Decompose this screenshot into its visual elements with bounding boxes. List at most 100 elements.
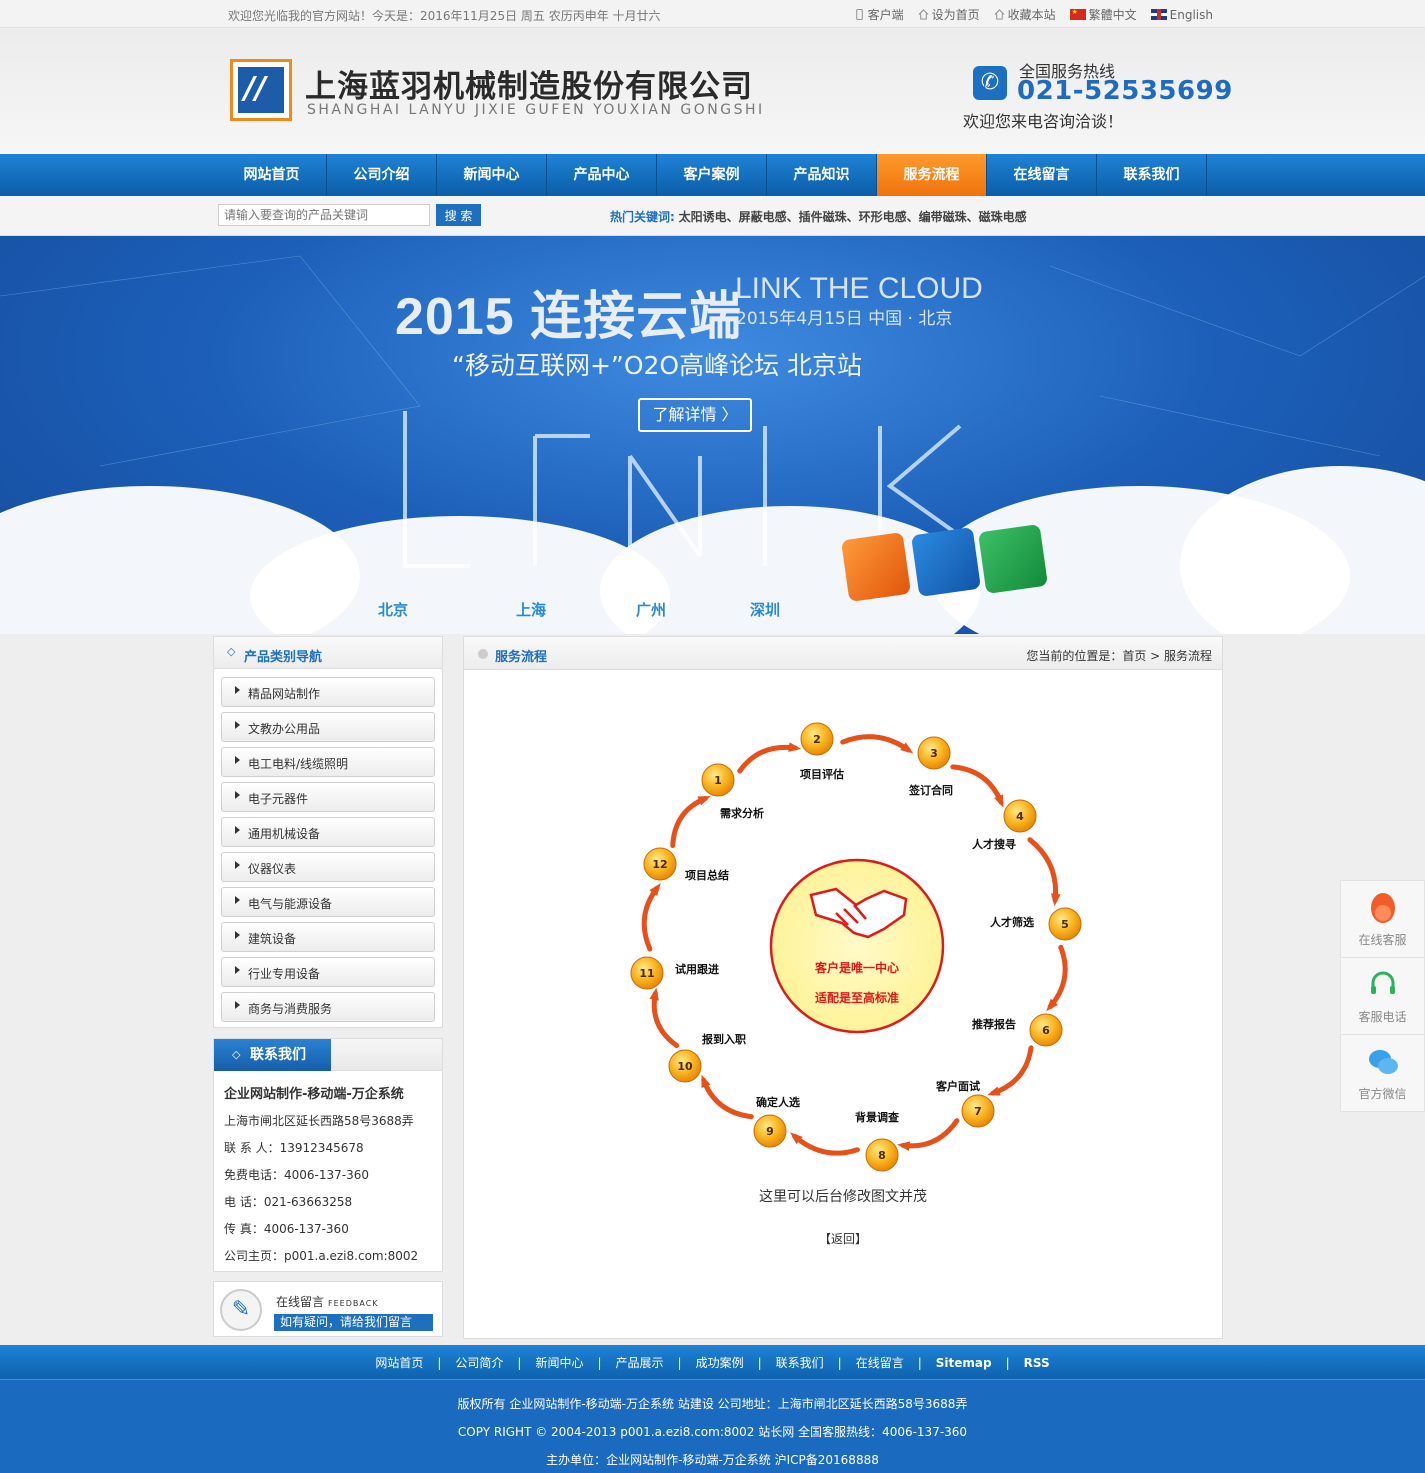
flow-arrow-head bbox=[701, 1074, 711, 1088]
category-item[interactable]: 电子元器件 bbox=[221, 782, 435, 812]
main-nav: 网站首页 公司介绍 新闻中心 产品中心 客户案例 产品知识 服务流程 在线留言 联系我们 bbox=[0, 154, 1425, 196]
category-item[interactable]: 通用机械设备 bbox=[221, 817, 435, 847]
contact-tel: 电 话：021-63663258 bbox=[224, 1195, 353, 1209]
nav-item[interactable]: 网站首页 bbox=[217, 154, 327, 196]
footer-icp-line: 主办单位：企业网站制作-移动端-万企系统 沪ICP备20168888 bbox=[546, 1453, 879, 1467]
city-label-shenzhen: 深圳 bbox=[750, 601, 781, 619]
hot-keywords-list[interactable]: 太阳诱电、屏蔽电感、插件磁珠、环形电感、编带磁珠、磁珠电感 bbox=[679, 210, 1027, 224]
step-label: 人才搜寻 bbox=[972, 837, 1016, 851]
top-bar: 欢迎您光临我的官方网站！今天是：2016年11月25日 周五 农历丙申年 十月廿… bbox=[0, 0, 1425, 28]
step-label: 试用跟进 bbox=[675, 962, 719, 976]
category-label: 行业专用设备 bbox=[248, 967, 321, 981]
category-item[interactable]: 电工电料/线缆照明 bbox=[221, 747, 435, 777]
category-panel: ◇ 产品类别导航 精品网站制作 文教办公用品 电工电料/线缆照明 电子元器件 通用机械设… bbox=[213, 636, 443, 1028]
bookmark-link[interactable]: 收藏本站 bbox=[994, 6, 1056, 23]
step-label: 推荐报告 bbox=[972, 1017, 1016, 1031]
contact-panel: 联系我们 企业网站制作-移动端-万企系统 上海市闸北区延长西路58号3688弄 … bbox=[213, 1038, 443, 1272]
flow-step: 4 人才搜寻 bbox=[972, 799, 1037, 851]
center-line-1: 客户是唯一中心 bbox=[814, 960, 899, 975]
traditional-chinese-link[interactable]: 繁體中文 bbox=[1069, 6, 1137, 23]
footer-nav-link[interactable]: 网站首页 bbox=[375, 1356, 423, 1370]
bookmark-label: 收藏本站 bbox=[1007, 8, 1056, 22]
english-link[interactable]: English bbox=[1150, 6, 1213, 23]
hotline-subtext: 欢迎您来电咨询洽谈！ bbox=[963, 112, 1124, 131]
company-logo[interactable] bbox=[230, 59, 292, 121]
footer-nav-link[interactable]: Sitemap bbox=[936, 1356, 992, 1370]
flow-arrow-head bbox=[1051, 893, 1061, 907]
footer-nav-link[interactable]: 联系我们 bbox=[776, 1356, 824, 1370]
caret-right-icon bbox=[235, 826, 240, 834]
nav-item[interactable]: 服务流程 bbox=[877, 154, 987, 196]
footer-nav-link[interactable]: 公司简介 bbox=[455, 1356, 503, 1370]
category-item[interactable]: 精品网站制作 bbox=[221, 677, 435, 707]
contact-company: 企业网站制作-移动端-万企系统 bbox=[224, 1087, 404, 1102]
caret-right-icon bbox=[235, 791, 240, 799]
feedback-box[interactable]: ✎ 在线留言 FEEDBACK 如有疑问，请给我们留言 bbox=[213, 1281, 443, 1337]
category-item[interactable]: 商务与消费服务 bbox=[221, 992, 435, 1022]
flow-arrow bbox=[900, 1118, 960, 1149]
nav-item[interactable]: 产品知识 bbox=[767, 154, 877, 196]
category-item[interactable]: 建筑设备 bbox=[221, 922, 435, 952]
step-number: 7 bbox=[974, 1105, 982, 1118]
category-item[interactable]: 电气与能源设备 bbox=[221, 887, 435, 917]
nav-item[interactable]: 联系我们 bbox=[1097, 154, 1207, 196]
footer-nav-separator: | bbox=[597, 1356, 602, 1370]
category-label: 文教办公用品 bbox=[248, 722, 321, 736]
step-number: 11 bbox=[639, 967, 654, 980]
content-panel: 服务流程 您当前的位置是：首页 > 服务流程 客户是唯一中心 适配是至高标准 1… bbox=[463, 636, 1223, 1339]
mobile-icon bbox=[855, 9, 863, 20]
step-label: 需求分析 bbox=[720, 806, 764, 820]
set-homepage-link[interactable]: 设为首页 bbox=[918, 6, 980, 23]
contact-panel-header: 联系我们 bbox=[214, 1039, 442, 1071]
contact-panel-title: 联系我们 bbox=[214, 1039, 331, 1071]
phone-icon: ✆ bbox=[973, 66, 1007, 100]
flow-arrow bbox=[651, 990, 680, 1049]
service-phone-button[interactable]: 客服电话 bbox=[1341, 958, 1424, 1035]
flow-arrow bbox=[641, 885, 660, 952]
footer-copyright-line2: COPY RIGHT © 2004-2013 p001.a.ezi8.com:8… bbox=[457, 1425, 968, 1439]
official-wechat-button[interactable]: 官方微信 bbox=[1341, 1035, 1424, 1112]
footer-nav-link[interactable]: 新闻中心 bbox=[535, 1356, 583, 1370]
floating-service-bar: 在线客服 客服电话 官方微信 bbox=[1340, 880, 1425, 1112]
category-label: 仪器仪表 bbox=[248, 862, 297, 876]
feedback-title-text: 在线留言 bbox=[276, 1295, 325, 1309]
category-item[interactable]: 仪器仪表 bbox=[221, 852, 435, 882]
feedback-subtitle[interactable]: 如有疑问，请给我们留言 bbox=[274, 1314, 433, 1331]
footer-nav-link[interactable]: 产品展示 bbox=[616, 1356, 664, 1370]
search-button[interactable]: 搜 索 bbox=[436, 204, 481, 226]
nav-item[interactable]: 公司介绍 bbox=[327, 154, 437, 196]
search-input[interactable] bbox=[218, 204, 430, 226]
qq-penguin-icon bbox=[1371, 893, 1395, 923]
footer-nav: 网站首页 | 公司简介 | 新闻中心 | 产品展示 | 成功案例 | 联系我们 | 在线留言 | Sitem… bbox=[0, 1345, 1425, 1379]
category-item[interactable]: 行业专用设备 bbox=[221, 957, 435, 987]
hero-banner[interactable]: 2015 连接云端 LINK THE CLOUD 2015年4月15日 中国 ·… bbox=[0, 236, 1425, 634]
client-link[interactable]: 客户端 bbox=[854, 6, 904, 23]
nav-item[interactable]: 在线留言 bbox=[987, 154, 1097, 196]
step-label: 确定人选 bbox=[756, 1095, 800, 1109]
banner-date: 2015年4月15日 中国 · 北京 bbox=[736, 309, 953, 329]
footer-nav-link[interactable]: 在线留言 bbox=[856, 1356, 904, 1370]
footer-nav-link[interactable]: 成功案例 bbox=[696, 1356, 744, 1370]
banner-title-en: LINK THE CLOUD bbox=[735, 272, 983, 305]
back-link[interactable]: 【返回】 bbox=[464, 1230, 1222, 1247]
category-item[interactable]: 文教办公用品 bbox=[221, 712, 435, 742]
category-label: 电气与能源设备 bbox=[248, 897, 333, 911]
flow-step: 11 试用跟进 bbox=[630, 956, 719, 990]
footer-nav-link[interactable]: RSS bbox=[1024, 1356, 1050, 1370]
footer-nav-separator: | bbox=[917, 1356, 922, 1370]
city-label-shanghai: 上海 bbox=[516, 601, 547, 619]
flow-arrow bbox=[792, 1133, 860, 1156]
nav-item[interactable]: 产品中心 bbox=[547, 154, 657, 196]
content-caption: 这里可以后台修改图文并茂 bbox=[759, 1189, 927, 1205]
online-service-button[interactable]: 在线客服 bbox=[1341, 881, 1424, 958]
step-number: 2 bbox=[813, 733, 821, 746]
wechat-icon bbox=[1369, 1050, 1398, 1074]
flow-arrow-head bbox=[897, 1141, 911, 1151]
home-icon bbox=[918, 9, 929, 20]
nav-item[interactable]: 客户案例 bbox=[657, 154, 767, 196]
category-label: 商务与消费服务 bbox=[248, 1002, 333, 1016]
caret-right-icon bbox=[235, 756, 240, 764]
caret-right-icon bbox=[235, 966, 240, 974]
banner-details-button[interactable]: 了解详情 〉 bbox=[638, 398, 752, 432]
nav-item[interactable]: 新闻中心 bbox=[437, 154, 547, 196]
